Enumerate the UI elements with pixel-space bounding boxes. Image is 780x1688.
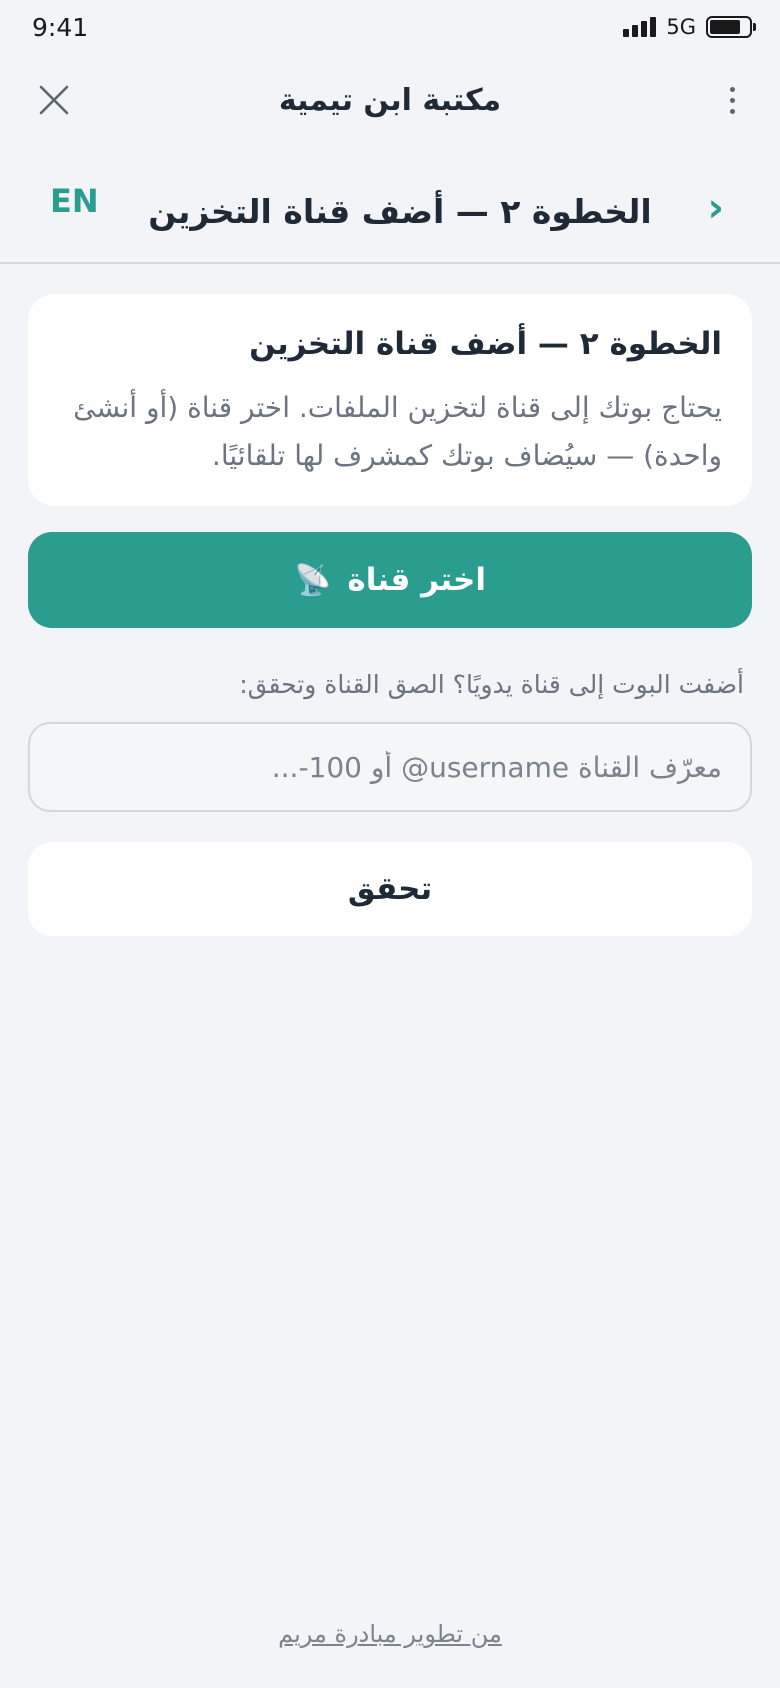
info-card: الخطوة ٢ — أضف قناة التخزين يحتاج بوتك إ… <box>28 294 752 506</box>
network-type: 5G <box>666 15 696 39</box>
developer-credit-link[interactable]: من تطوير مبادرة مريم <box>0 1620 780 1648</box>
card-title: الخطوة ٢ — أضف قناة التخزين <box>249 326 722 362</box>
satellite-icon: 📡 <box>294 562 332 598</box>
choose-channel-button[interactable]: اختر قناة 📡 <box>28 532 752 628</box>
manual-channel-label: أضفت البوت إلى قناة يدويًا؟ الصق القناة … <box>239 670 744 699</box>
status-bar: 9:41 5G <box>0 0 780 54</box>
signal-icon <box>623 17 657 37</box>
choose-channel-label: اختر قناة <box>347 562 486 598</box>
battery-icon <box>706 16 756 38</box>
battery-fill <box>710 20 741 34</box>
more-options-button[interactable] <box>712 76 752 124</box>
language-toggle[interactable]: EN <box>50 182 99 220</box>
channel-id-input[interactable] <box>28 722 752 812</box>
more-vertical-icon <box>729 86 735 92</box>
step-bar: EN الخطوة ٢ — أضف قناة التخزين › <box>0 160 780 264</box>
app-header: مكتبة ابن تيمية <box>0 54 780 146</box>
close-icon <box>39 85 69 115</box>
app-title: مكتبة ابن تيمية <box>278 82 502 118</box>
close-button[interactable] <box>30 76 78 124</box>
chevron-icon[interactable]: › <box>708 188 724 228</box>
status-indicators: 5G <box>623 15 756 39</box>
screen: 9:41 5G مكتبة ابن تيمية EN الخطوة ٢ — أض… <box>0 0 780 1688</box>
card-description: يحتاج بوتك إلى قناة لتخزين الملفات. اختر… <box>73 391 722 472</box>
verify-button[interactable]: تحقق <box>28 842 752 936</box>
status-time: 9:41 <box>32 12 89 42</box>
step-title: الخطوة ٢ — أضف قناة التخزين <box>148 191 652 231</box>
